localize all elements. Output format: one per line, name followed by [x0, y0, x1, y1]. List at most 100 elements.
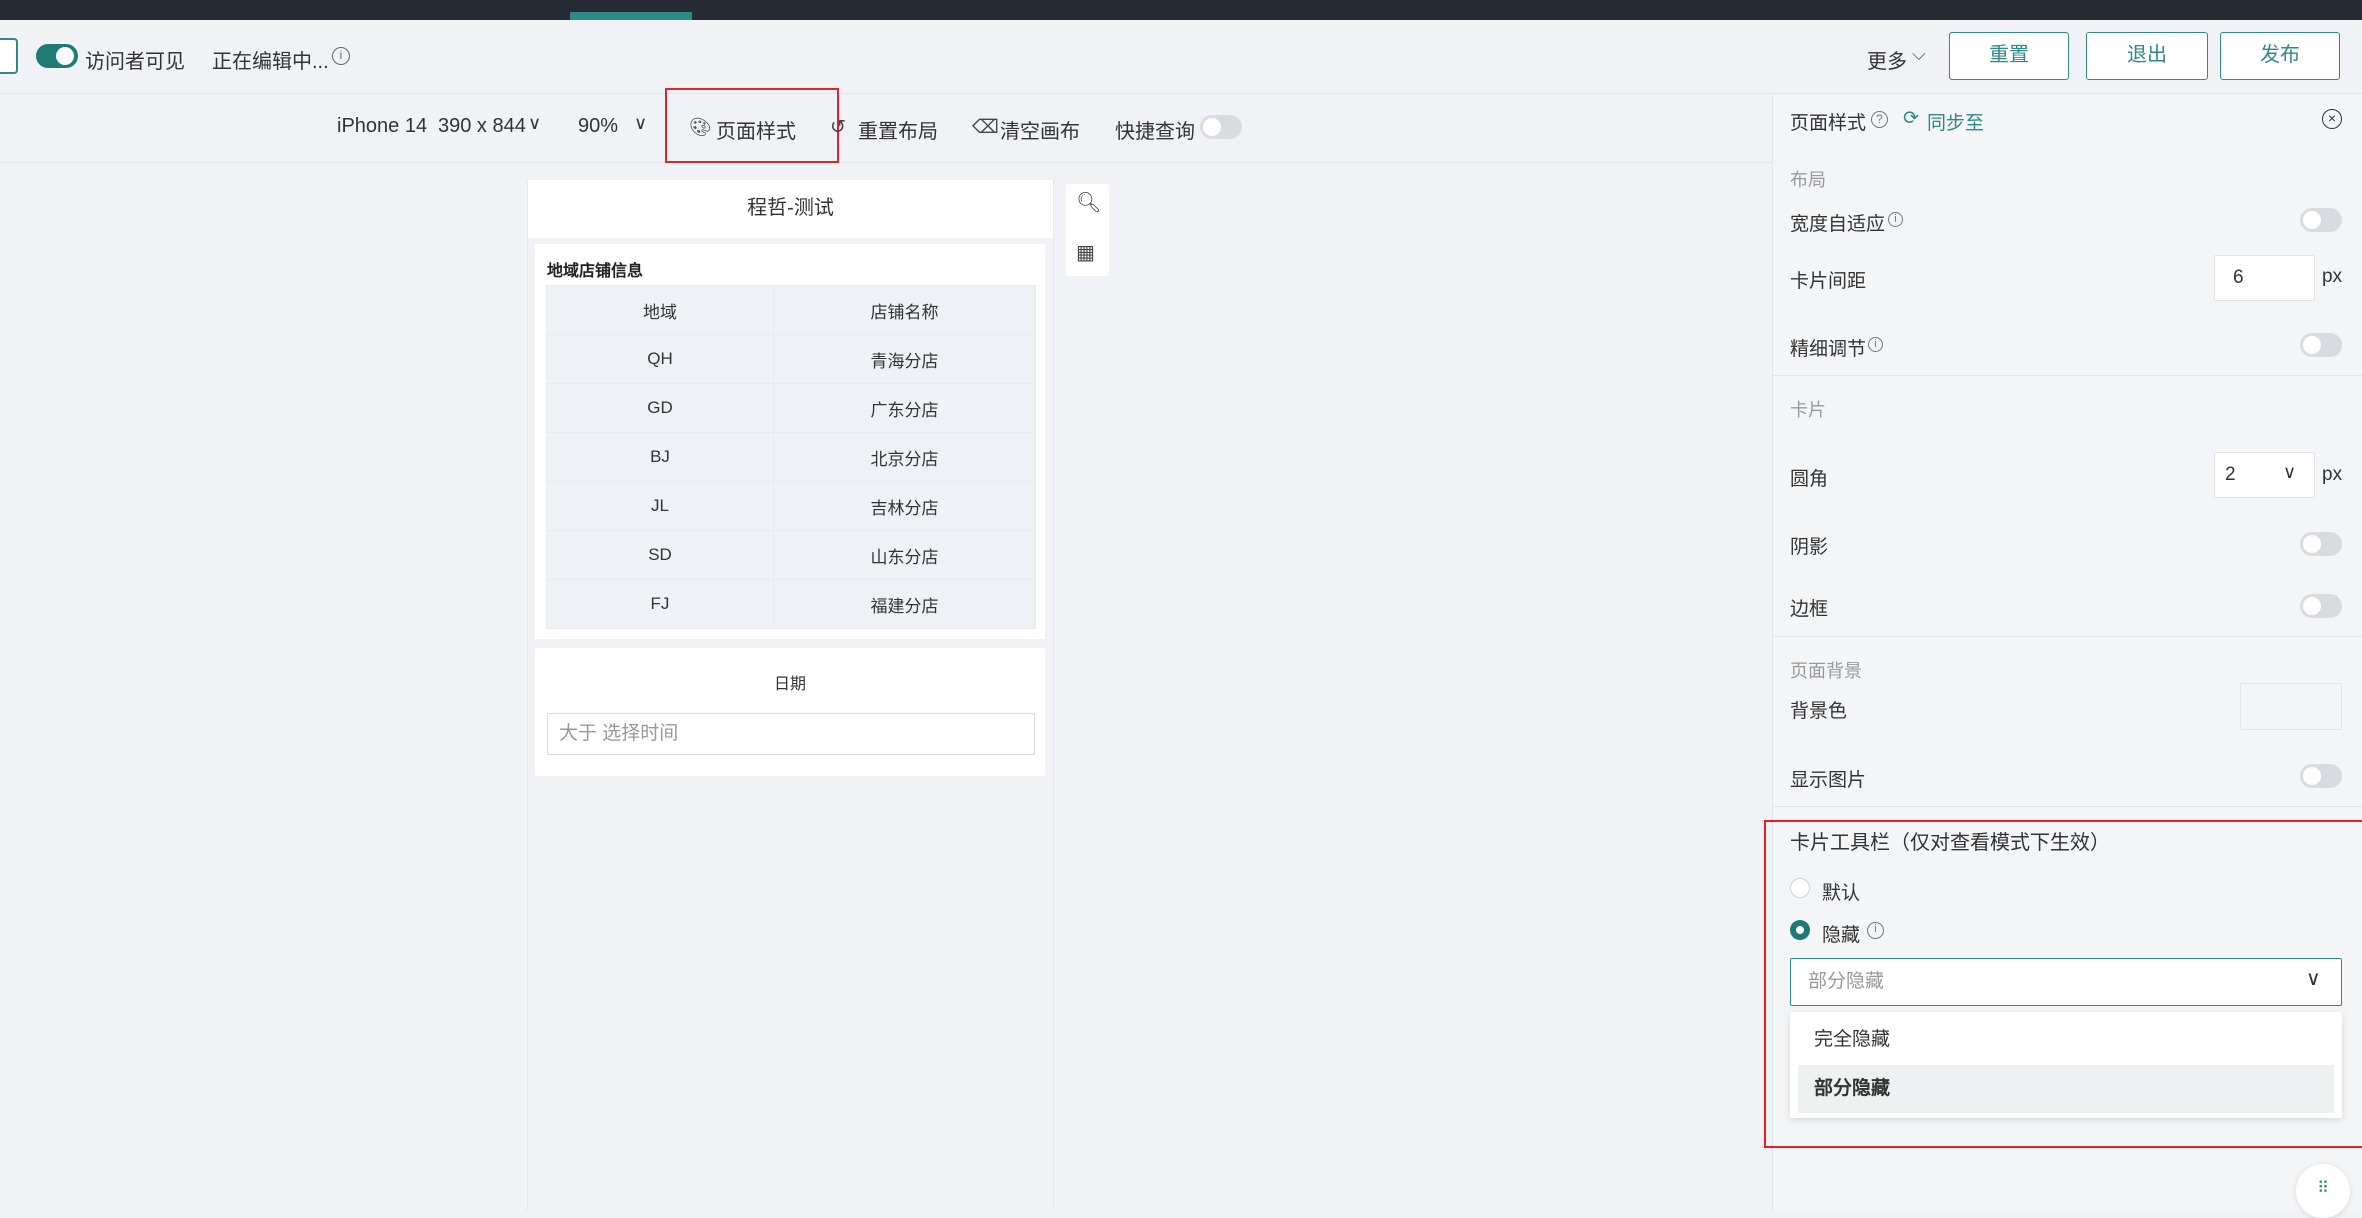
- card-toolbar-title: 卡片工具栏（仅对查看模式下生效）: [1790, 832, 2110, 854]
- toggle-knob: [2303, 535, 2321, 553]
- page-title: 程哲-测试: [528, 180, 1053, 236]
- fine-tune-label: 精细调节: [1790, 339, 1867, 360]
- top-dark-bar: [0, 0, 2362, 20]
- palette-icon[interactable]: 🎨︎: [689, 117, 712, 138]
- device-size[interactable]: 390 x 844: [438, 115, 526, 138]
- table-header-row: 地域 店铺名称: [546, 285, 1036, 335]
- divider: [1773, 806, 2362, 807]
- close-icon[interactable]: ×: [2322, 109, 2342, 129]
- table-cell: QH: [546, 334, 774, 384]
- card-section-title: 卡片: [1790, 400, 1826, 420]
- toggle-knob: [56, 47, 74, 65]
- card-gap-label: 卡片间距: [1790, 271, 1867, 292]
- page-style-button[interactable]: 页面样式: [716, 115, 796, 144]
- table-cell: FJ: [546, 579, 774, 629]
- table-row: GD 广东分店: [546, 383, 1036, 433]
- info-icon[interactable]: i: [1888, 212, 1903, 227]
- radius-select[interactable]: 2: [2214, 452, 2315, 498]
- zoom-selector[interactable]: 90%: [578, 115, 618, 138]
- show-image-label: 显示图片: [1790, 770, 1867, 791]
- chevron-down-icon[interactable]: ∨: [2306, 966, 2321, 991]
- radius-label: 圆角: [1790, 469, 1829, 490]
- table-cell: 吉林分店: [773, 481, 1036, 531]
- width-adaptive-label: 宽度自适应: [1790, 214, 1886, 235]
- column-header: 地域: [546, 285, 774, 335]
- quick-query-toggle[interactable]: [1200, 115, 1242, 139]
- table-card-title: 地域店铺信息: [547, 263, 644, 280]
- table-cell: BJ: [546, 432, 774, 482]
- table-cell: JL: [546, 481, 774, 531]
- sync-icon[interactable]: ⟳: [1903, 107, 1919, 130]
- store-table: 地域 店铺名称 QH 青海分店 GD 广东分店 BJ 北京分店 JL 吉林分店 …: [546, 285, 1036, 629]
- visitor-visible-label: 访问者可见: [85, 51, 185, 73]
- toggle-knob: [2303, 336, 2321, 354]
- table-cell: 福建分店: [773, 579, 1036, 629]
- divider: [1773, 636, 2362, 637]
- dropdown-option-partial-hide[interactable]: 部分隐藏: [1798, 1065, 2334, 1113]
- panel-title: 页面样式: [1790, 113, 1867, 134]
- chevron-down-icon[interactable]: ∨: [2283, 462, 2296, 483]
- table-row: BJ 北京分店: [546, 432, 1036, 482]
- bg-color-label: 背景色: [1790, 701, 1848, 722]
- editing-status: 正在编辑中...: [212, 51, 329, 73]
- reset-icon[interactable]: ↺: [830, 116, 846, 139]
- date-card[interactable]: [535, 648, 1045, 776]
- table-cell: 青海分店: [773, 334, 1036, 384]
- radio-default-label[interactable]: 默认: [1822, 878, 1860, 905]
- column-header: 店铺名称: [773, 285, 1036, 335]
- width-adaptive-toggle[interactable]: [2300, 208, 2342, 232]
- table-cell: 北京分店: [773, 432, 1036, 482]
- qr-code-icon[interactable]: ▦: [1076, 240, 1095, 265]
- reset-layout-button[interactable]: 重置布局: [858, 115, 938, 144]
- active-tab-indicator: [570, 12, 692, 20]
- radio-default[interactable]: [1790, 878, 1810, 898]
- bg-color-picker[interactable]: [2240, 683, 2342, 730]
- chevron-down-icon[interactable]: ∨: [528, 113, 541, 134]
- clear-canvas-button[interactable]: 清空画布: [1000, 115, 1080, 144]
- fine-tune-toggle[interactable]: [2300, 333, 2342, 357]
- hide-mode-select[interactable]: 部分隐藏: [1790, 958, 2342, 1006]
- exit-button[interactable]: 退出: [2086, 32, 2208, 80]
- more-menu[interactable]: 更多: [1867, 45, 1907, 74]
- clipped-left-control[interactable]: [0, 38, 18, 74]
- publish-button[interactable]: 发布: [2220, 32, 2340, 80]
- date-input[interactable]: 大于 选择时间: [547, 713, 1035, 755]
- visitor-visible-toggle[interactable]: [36, 44, 78, 68]
- toggle-knob: [2303, 211, 2321, 229]
- device-selector[interactable]: iPhone 14: [337, 115, 427, 138]
- eraser-icon[interactable]: ⌫: [972, 116, 999, 139]
- table-row: JL 吉林分店: [546, 481, 1036, 531]
- radio-hide[interactable]: [1790, 920, 1810, 940]
- chevron-down-icon[interactable]: ⌵: [1912, 44, 1926, 65]
- info-icon[interactable]: i: [1867, 922, 1884, 939]
- table-cell: 广东分店: [773, 383, 1036, 433]
- sync-to-link[interactable]: 同步至: [1927, 108, 1984, 135]
- toggle-knob: [2303, 767, 2321, 785]
- border-toggle[interactable]: [2300, 594, 2342, 618]
- help-icon[interactable]: ?: [1871, 111, 1888, 128]
- preview-search-icon[interactable]: 🔍︎: [1076, 190, 1101, 215]
- shadow-label: 阴影: [1790, 537, 1829, 558]
- info-icon[interactable]: i: [1868, 337, 1883, 352]
- layout-section-title: 布局: [1790, 170, 1826, 190]
- card-gap-input[interactable]: 6: [2214, 255, 2315, 301]
- chevron-down-icon[interactable]: ∨: [634, 113, 647, 134]
- reset-button[interactable]: 重置: [1949, 32, 2069, 80]
- table-cell: GD: [546, 383, 774, 433]
- date-card-title: 日期: [773, 676, 806, 693]
- table-cell: 山东分店: [773, 530, 1036, 580]
- px-unit: px: [2322, 464, 2343, 485]
- table-row: SD 山东分店: [546, 530, 1036, 580]
- info-icon[interactable]: i: [332, 47, 350, 65]
- dropdown-option-full-hide[interactable]: 完全隐藏: [1798, 1016, 2334, 1064]
- border-label: 边框: [1790, 599, 1829, 620]
- table-cell: SD: [546, 530, 774, 580]
- toggle-knob: [1203, 118, 1221, 136]
- background-section-title: 页面背景: [1790, 661, 1862, 681]
- px-unit: px: [2322, 266, 2343, 287]
- shadow-toggle[interactable]: [2300, 532, 2342, 556]
- radio-hide-label[interactable]: 隐藏: [1822, 920, 1860, 947]
- radio-dot: [1796, 926, 1804, 934]
- show-image-toggle[interactable]: [2300, 764, 2342, 788]
- grid-dots-icon[interactable]: ⠿: [2296, 1164, 2350, 1218]
